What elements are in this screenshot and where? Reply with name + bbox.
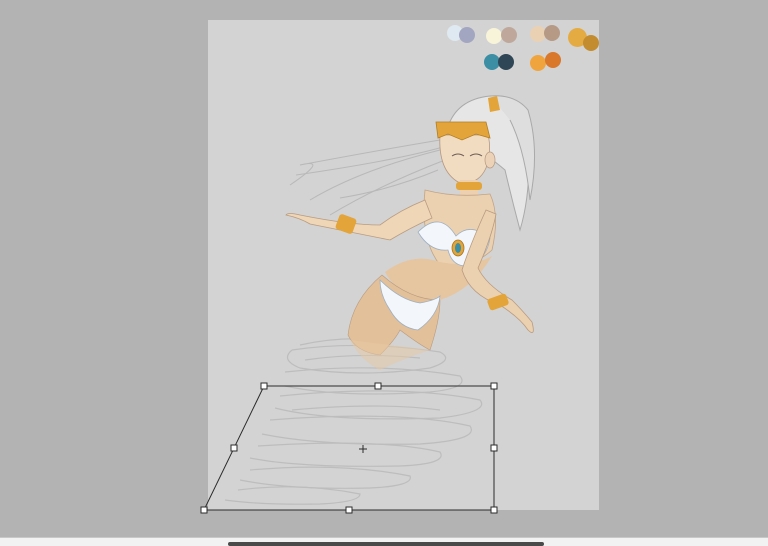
transform-handle-top-center[interactable] (374, 382, 382, 390)
swatch-navy[interactable] (498, 54, 514, 70)
swatch-cream[interactable] (486, 28, 502, 44)
left-arm (285, 199, 433, 241)
transform-handle-middle-left[interactable] (230, 444, 238, 452)
swatch-skin-shadow[interactable] (544, 25, 560, 41)
transform-handle-middle-right[interactable] (490, 444, 498, 452)
scrollbar-thumb[interactable] (228, 542, 544, 546)
transform-handle-bottom-right[interactable] (490, 506, 498, 514)
swatch-taupe[interactable] (501, 27, 517, 43)
transform-handle-bottom-left[interactable] (200, 506, 208, 514)
swatch-lavender-grey[interactable] (459, 27, 475, 43)
transform-handle-top-right[interactable] (490, 382, 498, 390)
character-artwork (224, 95, 535, 505)
workspace[interactable] (0, 0, 768, 546)
swatch-orange-light[interactable] (530, 55, 546, 71)
swatch-orange-dark[interactable] (545, 52, 561, 68)
face (439, 134, 490, 184)
transform-handle-bottom-center[interactable] (345, 506, 353, 514)
tornado-sketch (224, 338, 483, 505)
choker (456, 182, 482, 190)
transform-handle-top-left[interactable] (260, 382, 268, 390)
swatch-gold-dark[interactable] (583, 35, 599, 51)
